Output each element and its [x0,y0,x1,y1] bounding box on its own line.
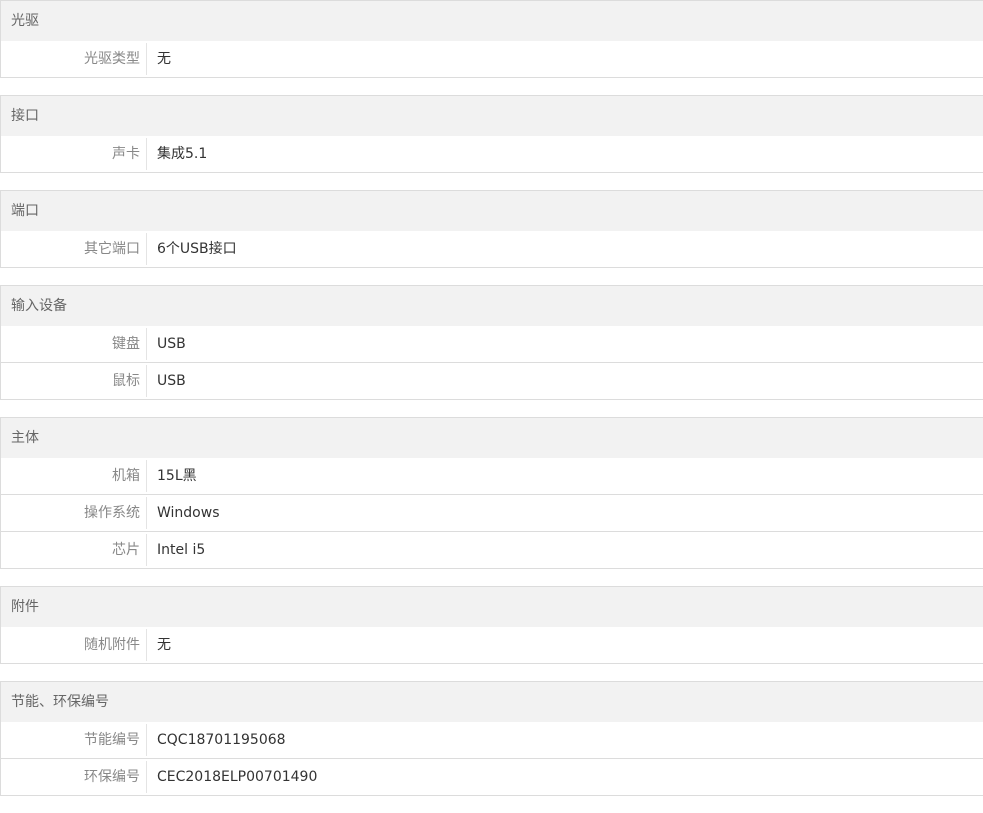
spec-section: 接口 声卡 集成5.1 [0,95,983,173]
spec-label: 声卡 [1,138,147,170]
spec-row: 操作系统 Windows [1,495,983,532]
section-title: 光驱 [1,1,983,41]
spec-row: 键盘 USB [1,326,983,363]
spec-row: 芯片 Intel i5 [1,532,983,569]
spec-row: 环保编号 CEC2018ELP00701490 [1,759,983,796]
spec-row: 节能编号 CQC18701195068 [1,722,983,759]
spec-section: 节能、环保编号 节能编号 CQC18701195068 环保编号 CEC2018ELP0… [0,681,983,796]
spec-label: 鼠标 [1,365,147,397]
spec-label: 操作系统 [1,497,147,529]
spec-row: 光驱类型无 [1,41,983,78]
spec-row: 机箱 15L黑 [1,458,983,495]
spec-value: CEC2018ELP00701490 [157,769,318,785]
section-title: 主体 [1,418,983,458]
spec-row: 随机附件无 [1,627,983,664]
spec-value: USB [157,336,186,352]
spec-value: CQC18701195068 [157,732,286,748]
spec-label: 环保编号 [1,761,147,793]
section-title: 端口 [1,191,983,231]
spec-label: 机箱 [1,460,147,492]
spec-label: 芯片 [1,534,147,566]
section-title: 节能、环保编号 [1,682,983,722]
spec-value: 15L黑 [157,468,197,484]
section-title: 接口 [1,96,983,136]
spec-label: 键盘 [1,328,147,360]
spec-section: 附件 随机附件无 [0,586,983,664]
spec-table: 光驱 光驱类型无接口 声卡 集成5.1 端口 其它端口 6个USB接口 输入设备 键盘 USB 鼠标… [0,0,983,813]
spec-label: 随机附件 [1,629,147,661]
spec-value: 集成5.1 [157,146,208,162]
spec-label: 节能编号 [1,724,147,756]
spec-value: Intel i5 [157,542,206,558]
spec-section: 主体 机箱 15L黑 操作系统 Windows 芯片 Intel i5 [0,417,983,569]
spec-value: 6个USB接口 [157,241,237,257]
section-title: 输入设备 [1,286,983,326]
spec-row: 声卡 集成5.1 [1,136,983,173]
spec-value: 无 [157,51,171,67]
spec-label: 光驱类型 [1,43,147,75]
spec-value: USB [157,373,186,389]
spec-row: 其它端口 6个USB接口 [1,231,983,268]
spec-value: Windows [157,505,220,521]
spec-row: 鼠标 USB [1,363,983,400]
spec-label: 其它端口 [1,233,147,265]
spec-section: 端口 其它端口 6个USB接口 [0,190,983,268]
spec-section: 光驱 光驱类型无 [0,0,983,78]
section-title: 附件 [1,587,983,627]
spec-value: 无 [157,637,171,653]
spec-section: 输入设备 键盘 USB 鼠标 USB [0,285,983,400]
